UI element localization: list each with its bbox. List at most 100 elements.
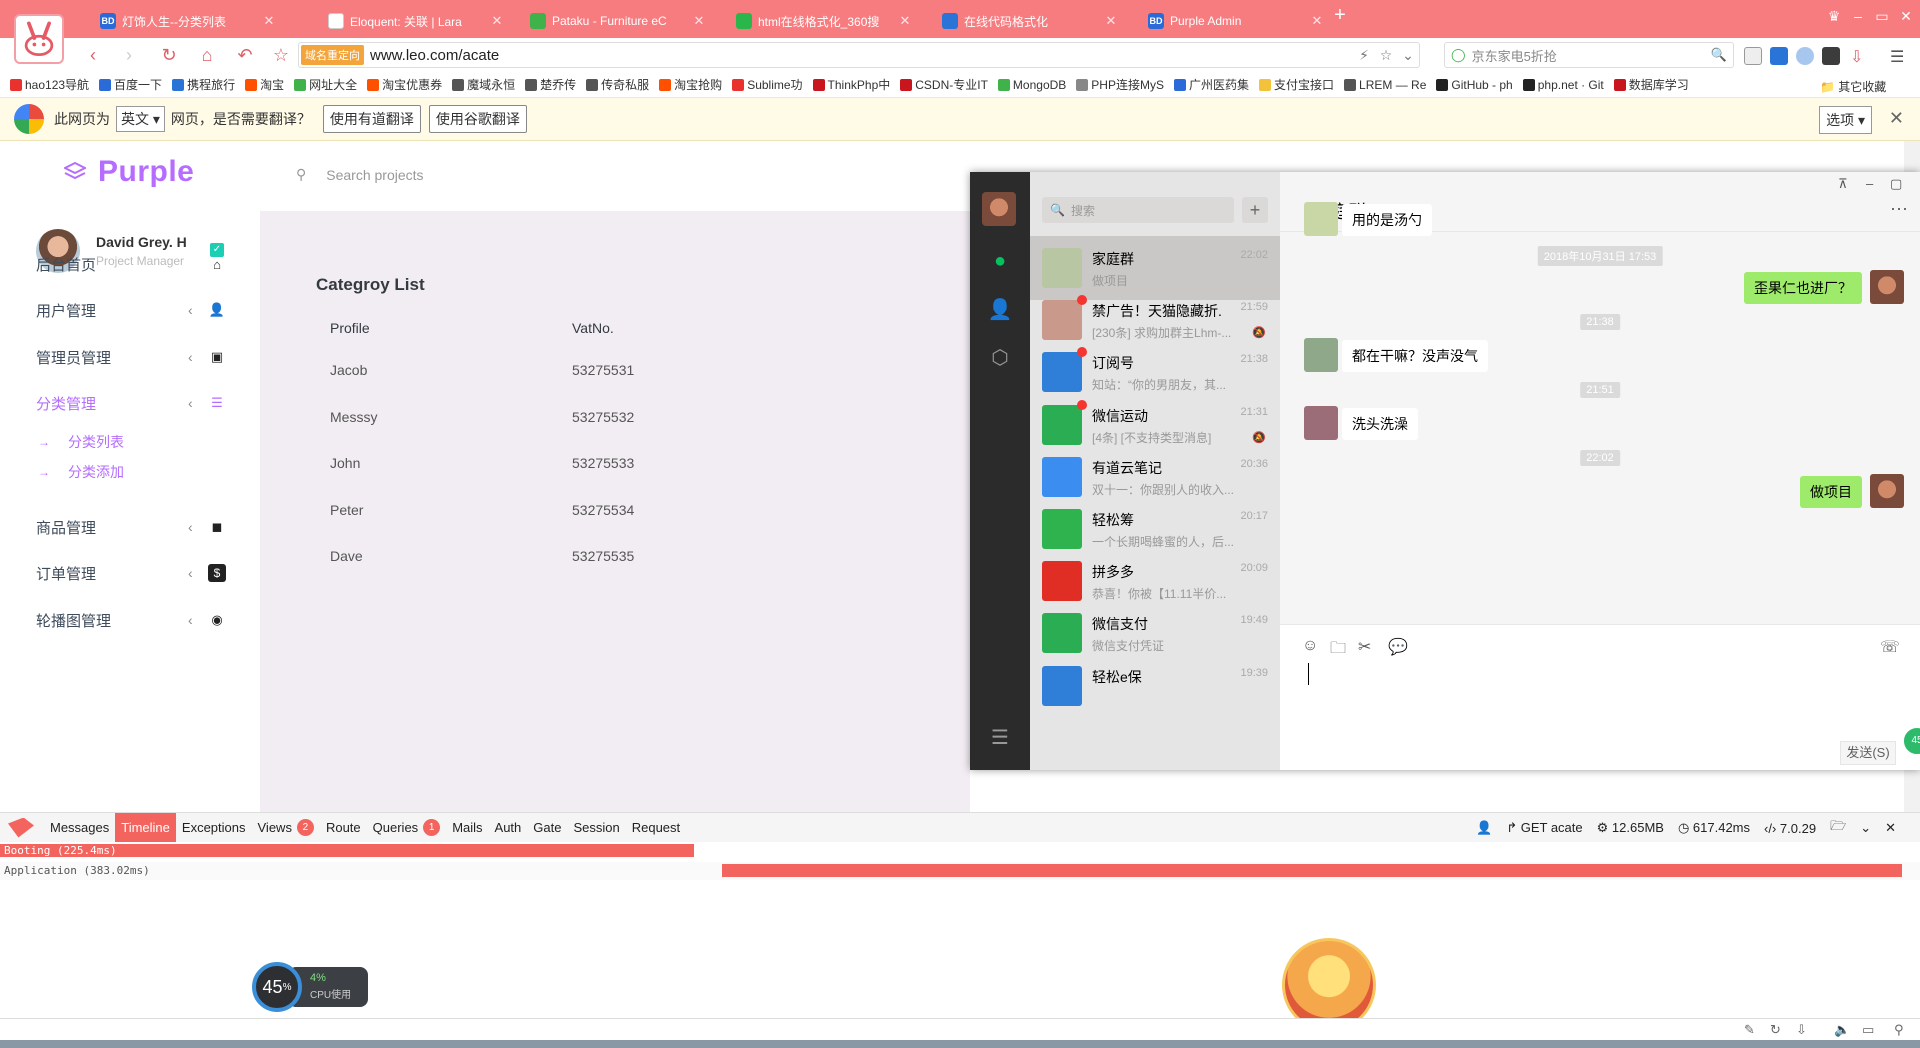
status-pin-icon[interactable]: ✎	[1744, 1022, 1755, 1038]
pin-icon[interactable]: ⊼	[1838, 176, 1848, 192]
search-icon[interactable]: 🔍	[1711, 47, 1727, 63]
bookmark-item[interactable]: 淘宝优惠券	[367, 76, 442, 93]
my-message-avatar[interactable]	[1870, 474, 1904, 508]
search-box[interactable]: ◯ 京东家电5折抢 🔍	[1444, 42, 1734, 68]
bookmark-item[interactable]: LREM — Re	[1344, 76, 1426, 93]
tab-close-icon[interactable]: ✕	[490, 13, 504, 29]
message-input-area[interactable]: ☺ 🗀 ✂ 💬 ☏ 发送(S)	[1280, 624, 1920, 770]
bookmarks-more[interactable]: 📁 其它收藏	[1820, 78, 1886, 95]
bookmark-item[interactable]: MongoDB	[997, 76, 1066, 93]
chat-bubble-icon[interactable]: 💬	[1388, 637, 1408, 657]
debugbar-tab[interactable]: Auth	[489, 813, 528, 843]
debugbar-tab[interactable]: Messages	[44, 813, 115, 843]
extension-circle-icon[interactable]	[1796, 47, 1814, 65]
status-zoom-icon[interactable]: ⚲	[1894, 1022, 1904, 1038]
sender-avatar[interactable]	[1304, 202, 1338, 236]
submenu-item[interactable]: → 分类添加	[38, 462, 124, 482]
bookmark-item[interactable]: 淘宝抢购	[659, 76, 722, 93]
debugbar-tab[interactable]: Request	[626, 813, 686, 843]
browser-tab[interactable]: BD 灯饰人生--分类列表 ✕	[90, 6, 286, 36]
wx-minimize-icon[interactable]: –	[1866, 176, 1873, 191]
bookmark-item[interactable]: 数据库学习	[1613, 76, 1689, 93]
tab-close-icon[interactable]: ✕	[692, 13, 706, 29]
new-tab-icon[interactable]: +	[1328, 4, 1352, 27]
chat-icon[interactable]: ●	[987, 248, 1013, 274]
bookmark-item[interactable]: GitHub - ph	[1436, 76, 1513, 93]
bookmark-item[interactable]: hao123导航	[10, 76, 89, 93]
search-projects-input[interactable]: Search projects	[326, 167, 423, 183]
status-sound-icon[interactable]: 🔈	[1834, 1022, 1850, 1038]
bookmark-item[interactable]: 网址大全	[294, 76, 357, 93]
bookmark-item[interactable]: 广州医药集	[1173, 76, 1249, 93]
sidebar-item[interactable]: 后台首页 ⌂	[36, 249, 226, 279]
browser-tab[interactable]: html在线格式化_360搜 ✕	[726, 6, 922, 36]
status-window-icon[interactable]: ▭	[1862, 1022, 1874, 1038]
translate-options-select[interactable]: 选项 ▾	[1819, 106, 1872, 134]
debugbar-tab[interactable]: Mails	[446, 813, 488, 843]
status-refresh-icon[interactable]: ↻	[1770, 1022, 1781, 1038]
phone-icon[interactable]: ☏	[1880, 637, 1900, 657]
project-search[interactable]: ⚲ Search projects	[296, 166, 424, 183]
youdao-translate-button[interactable]: 使用有道翻译	[322, 105, 421, 133]
wx-maximize-icon[interactable]: ▢	[1890, 176, 1902, 192]
home-nav-icon[interactable]: ⌂	[194, 43, 220, 67]
bookmark-item[interactable]: 传奇私服	[586, 76, 649, 93]
sidebar-item[interactable]: 管理员管理 ‹ ▣	[36, 342, 226, 372]
debugbar-tab[interactable]: Gate	[527, 813, 567, 843]
my-avatar[interactable]	[982, 192, 1016, 226]
sidebar-item[interactable]: 订单管理 ‹ $	[36, 558, 226, 588]
bookmark-item[interactable]: 楚乔传	[525, 76, 576, 93]
lightning-icon[interactable]: ⚡	[1353, 47, 1375, 64]
scissors-icon[interactable]: ✂	[1358, 637, 1371, 657]
bookmark-item[interactable]: Sublime功	[732, 76, 803, 93]
language-select[interactable]: 英文 ▾	[116, 106, 165, 132]
emoji-icon[interactable]: ☺	[1302, 637, 1318, 655]
browser-logo[interactable]	[14, 14, 64, 64]
send-button[interactable]: 发送(S)	[1840, 741, 1896, 765]
bookmark-item[interactable]: 淘宝	[245, 76, 284, 93]
favorites-cube-icon[interactable]: ⬡	[987, 344, 1013, 370]
debugbar-close-icon[interactable]: ✕	[1885, 820, 1896, 836]
collapse-icon[interactable]: ⌄	[1860, 820, 1871, 836]
bookmark-item[interactable]: PHP连接MyS	[1076, 76, 1164, 93]
bookmark-star-icon[interactable]: ☆	[1375, 47, 1397, 64]
debugbar-tab[interactable]: Exceptions	[176, 813, 252, 843]
url-dropdown-icon[interactable]: ⌄	[1397, 47, 1419, 64]
extension-blue-icon[interactable]	[1770, 47, 1788, 65]
conversation-item[interactable]: 轻松e保 19:39	[1030, 654, 1280, 718]
debugbar-tab[interactable]: Session	[567, 813, 625, 843]
contacts-icon[interactable]: 👤	[987, 296, 1013, 322]
status-download-icon[interactable]: ⇩	[1796, 1022, 1807, 1038]
close-window-icon[interactable]: ✕	[1894, 8, 1918, 25]
my-message-avatar[interactable]	[1870, 270, 1904, 304]
bookmark-item[interactable]: 携程旅行	[172, 76, 235, 93]
google-translate-button[interactable]: 使用谷歌翻译	[428, 105, 527, 133]
bookmark-item[interactable]: ThinkPhp中	[812, 76, 890, 93]
browser-tab[interactable]: 在线代码格式化 ✕	[932, 6, 1128, 36]
sidebar-item[interactable]: 用户管理 ‹ 👤	[36, 295, 226, 325]
wechat-search-input[interactable]: 🔍 搜索	[1042, 197, 1234, 223]
request-stat[interactable]: ↱ GET acate	[1506, 820, 1582, 836]
wechat-menu-icon[interactable]: ☰	[987, 724, 1013, 750]
user-icon[interactable]: 👤	[1476, 820, 1492, 836]
search-input[interactable]: 京东家电5折抢	[1472, 46, 1711, 65]
bookmark-item[interactable]: php.net · Git	[1522, 76, 1604, 93]
cpu-widget[interactable]: 4% CPU使用 45%	[252, 962, 368, 1012]
tab-close-icon[interactable]: ✕	[898, 13, 912, 29]
sender-avatar[interactable]	[1304, 338, 1338, 372]
forward-icon[interactable]: ›	[116, 43, 142, 67]
extension-dark-icon[interactable]	[1822, 47, 1840, 65]
bookmark-item[interactable]: CSDN-专业IT	[900, 76, 988, 93]
bookmark-item[interactable]: 支付宝接口	[1259, 76, 1334, 93]
tab-close-icon[interactable]: ✕	[262, 13, 276, 29]
maximize-icon[interactable]: ▭	[1870, 8, 1894, 25]
bookmark-item[interactable]: 百度一下	[99, 76, 162, 93]
download-icon[interactable]: ⇩	[1850, 47, 1868, 66]
bookmark-item[interactable]: 魔域永恒	[452, 76, 515, 93]
skin-icon[interactable]: ♛	[1822, 8, 1846, 25]
browser-tab[interactable]: Eloquent: 关联 | Lara ✕	[318, 6, 514, 36]
debugbar-tab[interactable]: Views 2	[252, 813, 320, 843]
tab-close-icon[interactable]: ✕	[1310, 13, 1324, 29]
debugbar-tab[interactable]: Route	[320, 813, 367, 843]
sidebar-item[interactable]: 轮播图管理 ‹ ◉	[36, 605, 226, 635]
